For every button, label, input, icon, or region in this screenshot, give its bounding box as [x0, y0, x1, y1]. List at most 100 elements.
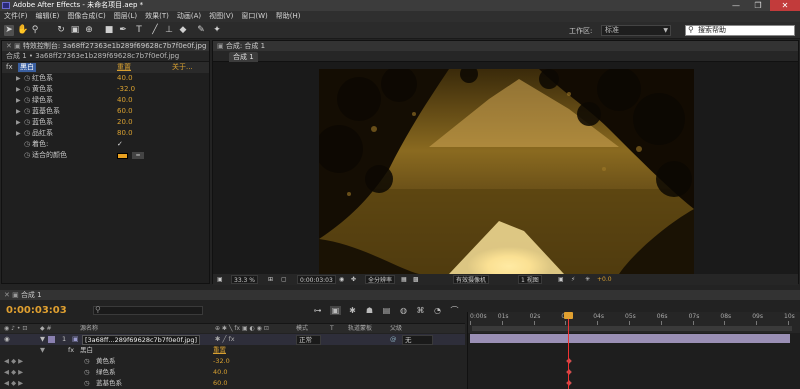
roto-brush-tool-icon[interactable]: ✎: [196, 25, 206, 36]
layer-duration-bar[interactable]: [470, 334, 790, 343]
composition-tab[interactable]: ▣ 合成: 合成 1: [213, 41, 798, 51]
menu-edit[interactable]: 编辑(E): [32, 11, 64, 22]
auto-keyframe-icon[interactable]: ⌒: [449, 306, 460, 315]
hand-tool-icon[interactable]: ✋: [17, 25, 28, 36]
work-area-bar[interactable]: [472, 326, 792, 331]
expand-triangle-icon[interactable]: ▶: [16, 95, 21, 106]
channel-icon[interactable]: ✤: [351, 275, 356, 284]
current-time-indicator[interactable]: [568, 312, 569, 389]
brush-tool-icon[interactable]: ╱: [150, 25, 160, 36]
timeline-current-time[interactable]: 0:00:03:03: [6, 305, 67, 316]
reset-button[interactable]: 重置: [117, 62, 131, 73]
graph-editor-icon[interactable]: ◔: [432, 306, 443, 315]
playhead-handle[interactable]: [564, 312, 573, 319]
region-icon[interactable]: ▦: [401, 275, 407, 284]
shy-icon[interactable]: ☗: [364, 306, 375, 315]
puppet-tool-icon[interactable]: ✦: [212, 25, 222, 36]
exposure-icon[interactable]: ✳: [585, 275, 590, 284]
mask-icon[interactable]: ▢: [281, 275, 287, 284]
col-track-matte[interactable]: 轨道蒙板: [348, 324, 372, 334]
col-t[interactable]: T: [330, 324, 334, 334]
camera-tool-icon[interactable]: ▣: [70, 25, 80, 36]
eye-icon[interactable]: ◉: [4, 334, 10, 345]
stopwatch-icon[interactable]: ◷: [24, 150, 30, 161]
stopwatch-icon[interactable]: ◷: [24, 73, 30, 84]
fast-preview-icon[interactable]: ⚡: [571, 275, 575, 284]
maximize-button[interactable]: ❐: [747, 0, 769, 11]
col-source-name[interactable]: 源名称: [80, 324, 98, 334]
clone-stamp-tool-icon[interactable]: ⊥: [164, 25, 174, 36]
color-swatch[interactable]: [117, 153, 128, 159]
stopwatch-icon[interactable]: ◷: [24, 95, 30, 106]
grid-icon[interactable]: ⊞: [268, 275, 273, 284]
reset-button[interactable]: 重置: [213, 345, 226, 356]
effect-name[interactable]: 黑白: [18, 63, 36, 72]
keyframe-nav-icon[interactable]: ◀ ◆ ▶: [4, 356, 23, 367]
camera-select[interactable]: 有效摄像机: [453, 275, 490, 284]
panel-menu-icon[interactable]: ▣: [217, 42, 226, 50]
property-value[interactable]: 20.0: [117, 117, 133, 128]
toggle-icon[interactable]: ▣: [558, 275, 564, 284]
property-value[interactable]: -32.0: [213, 356, 230, 367]
panel-close-icon[interactable]: ✕ ▣: [6, 42, 23, 50]
timeline-property-row[interactable]: ◀ ◆ ▶ ◷ 绿色系 40.0: [0, 367, 465, 378]
property-value[interactable]: -32.0: [117, 84, 135, 95]
time-ruler[interactable]: 0:00s01s02s03s04s05s06s07s08s09s10s: [467, 312, 800, 333]
menu-composition[interactable]: 图像合成(C): [63, 11, 109, 22]
timeline-property-row[interactable]: ◀ ◆ ▶ ◷ 蓝基色系 60.0: [0, 378, 465, 389]
label-color-icon[interactable]: [48, 336, 55, 343]
expand-triangle-icon[interactable]: ▶: [16, 117, 21, 128]
timeline-tab[interactable]: ✕ ▣ 合成 1: [0, 290, 800, 300]
type-tool-icon[interactable]: T: [134, 25, 144, 36]
timeline-property-row[interactable]: ◀ ◆ ▶ ◷ 黄色系 -32.0: [0, 356, 465, 367]
property-value[interactable]: 40.0: [117, 73, 133, 84]
layer-name[interactable]: [3a68ff...289f69628c7b7f0e0f.jpg]: [82, 335, 200, 345]
stopwatch-icon[interactable]: ◷: [24, 84, 30, 95]
menu-view[interactable]: 视图(V): [205, 11, 237, 22]
expand-triangle-icon[interactable]: ▼: [40, 345, 45, 356]
mode-select[interactable]: 正常: [296, 335, 321, 345]
property-value[interactable]: 60.0: [117, 106, 133, 117]
transparency-grid-icon[interactable]: ▩: [413, 275, 419, 284]
composition-viewer[interactable]: [319, 69, 694, 274]
menu-layer[interactable]: 图层(L): [110, 11, 141, 22]
comp-mini-flowchart-icon[interactable]: ⊶: [312, 306, 323, 315]
stopwatch-icon[interactable]: ◷: [84, 378, 90, 389]
panel-close-icon[interactable]: ✕ ▣: [0, 291, 21, 299]
frame-blending-icon[interactable]: ▤: [381, 306, 392, 315]
fx-label[interactable]: fx: [68, 345, 74, 356]
menu-effect[interactable]: 效果(T): [141, 11, 173, 22]
stopwatch-icon[interactable]: ◷: [24, 139, 30, 150]
property-value[interactable]: 80.0: [117, 128, 133, 139]
col-mode[interactable]: 模式: [296, 324, 308, 334]
track-area[interactable]: [467, 333, 800, 389]
menu-help[interactable]: 帮助(H): [272, 11, 305, 22]
zoom-select[interactable]: 33.3 %: [231, 275, 258, 284]
current-time-display[interactable]: 0:00:03:03: [297, 275, 336, 284]
menu-animation[interactable]: 动画(A): [173, 11, 205, 22]
tint-checkbox[interactable]: ✓: [117, 139, 123, 150]
rotate-tool-icon[interactable]: ↻: [56, 25, 66, 36]
eyedropper-icon[interactable]: ━: [132, 152, 144, 159]
keyframe-nav-icon[interactable]: ◀ ◆ ▶: [4, 367, 23, 378]
timeline-search-input[interactable]: ⚲: [93, 306, 203, 315]
col-parent[interactable]: 父级: [390, 324, 402, 334]
selection-tool-icon[interactable]: ➤: [4, 25, 14, 36]
expand-triangle-icon[interactable]: ▶: [16, 73, 21, 84]
expand-triangle-icon[interactable]: ▶: [16, 128, 21, 139]
fx-toggle[interactable]: fx: [6, 62, 13, 73]
rectangle-tool-icon[interactable]: ■: [104, 25, 114, 36]
expand-triangle-icon[interactable]: ▶: [16, 106, 21, 117]
exposure-value[interactable]: +0.0: [597, 275, 612, 284]
property-value[interactable]: 40.0: [117, 95, 133, 106]
property-value[interactable]: 40.0: [213, 367, 227, 378]
eraser-tool-icon[interactable]: ◆: [178, 25, 188, 36]
expand-triangle-icon[interactable]: ▶: [16, 84, 21, 95]
stopwatch-icon[interactable]: ◷: [84, 356, 90, 367]
effect-header-row[interactable]: fx 黑白 重置 关于...: [2, 62, 209, 73]
zoom-tool-icon[interactable]: ⚲: [30, 25, 40, 36]
menu-file[interactable]: 文件(F): [0, 11, 32, 22]
keyframe-nav-icon[interactable]: ◀ ◆ ▶: [4, 378, 23, 389]
draft-3d-icon[interactable]: ✱: [347, 306, 358, 315]
snapshot-icon[interactable]: ◉: [339, 275, 344, 284]
